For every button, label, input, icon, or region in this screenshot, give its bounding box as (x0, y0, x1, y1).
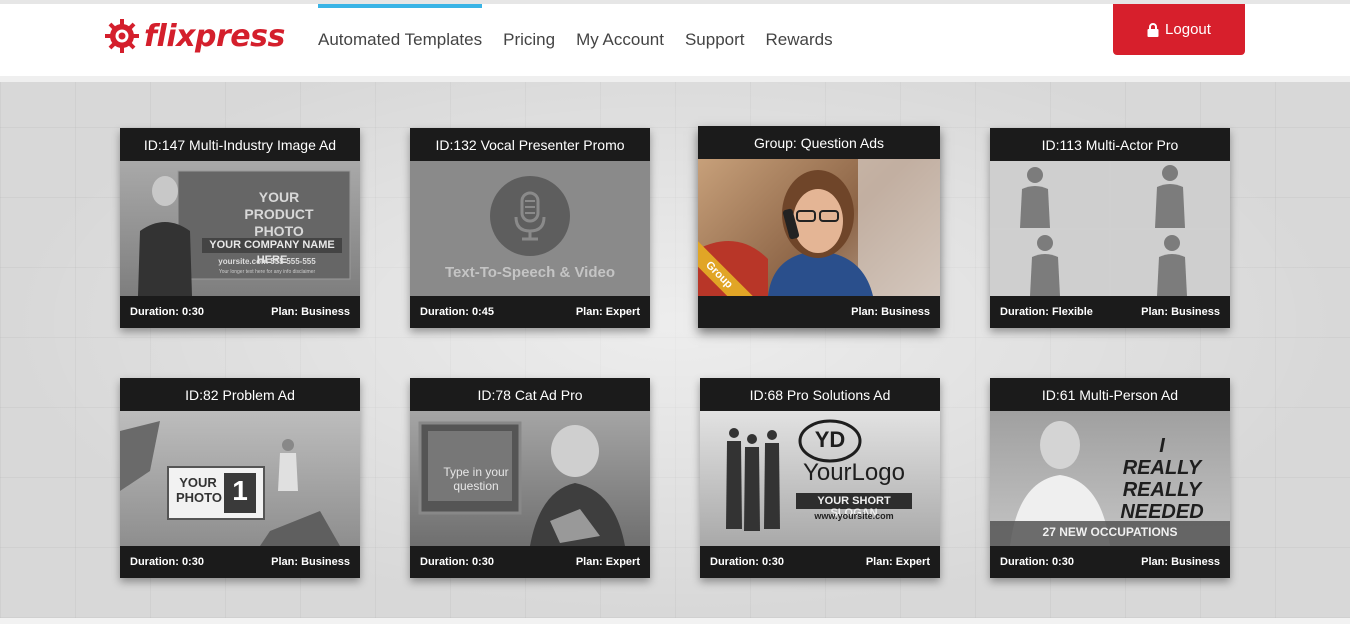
website-text: www.yoursite.com (814, 511, 894, 521)
card-duration: Duration: 0:30 (710, 556, 784, 568)
product-photo-text: YOUR PRODUCT PHOTO (244, 189, 314, 239)
card-duration: Duration: 0:45 (420, 306, 494, 318)
card-footer: Duration: 0:30 Plan: Expert (700, 546, 940, 578)
template-card-147[interactable]: ID:147 Multi-Industry Image Ad YOUR PROD… (120, 128, 360, 328)
template-card-82[interactable]: ID:82 Problem Ad YOUR PHOTO 1 Duration: … (120, 378, 360, 578)
template-card-61[interactable]: ID:61 Multi-Person Ad I REALLY REALLY NE… (990, 378, 1230, 578)
card-title: ID:68 Pro Solutions Ad (749, 386, 891, 403)
tts-caption: Text-To-Speech & Video (444, 264, 616, 281)
header: flixpress Automated Templates Pricing My… (0, 4, 1350, 76)
templates-area: ID:147 Multi-Industry Image Ad YOUR PROD… (0, 82, 1350, 618)
card-title: ID:132 Vocal Presenter Promo (435, 136, 625, 153)
card-thumbnail: YOUR PHOTO 1 (120, 411, 360, 546)
template-card-113[interactable]: ID:113 Multi-Actor Pro Duration: Flexibl… (990, 128, 1230, 328)
card-title: ID:61 Multi-Person Ad (1041, 386, 1179, 403)
card-title: ID:82 Problem Ad (185, 386, 295, 403)
card-thumbnail: YOUR PRODUCT PHOTO YOUR COMPANY NAME HER… (120, 161, 360, 296)
your-logo-text: YourLogo (803, 459, 905, 486)
card-plan: Plan: Business (851, 306, 930, 318)
card-duration: Duration: 0:30 (420, 556, 494, 568)
card-plan: Plan: Expert (575, 556, 640, 568)
main-nav: Automated Templates Pricing My Account S… (318, 4, 854, 76)
card-plan: Plan: Business (1141, 306, 1220, 318)
nav-my-account[interactable]: My Account (576, 4, 664, 76)
woman-on-phone-image (698, 159, 940, 296)
disclaimer-text: Your longer text here for any info discl… (218, 269, 316, 275)
card-duration: Duration: 0:30 (130, 306, 204, 318)
card-title: Group: Question Ads (754, 134, 884, 151)
card-footer: Duration: 0:30 Plan: Business (990, 546, 1230, 578)
card-footer: Duration: 0:45 Plan: Expert (410, 296, 650, 328)
card-title: ID:113 Multi-Actor Pro (1041, 136, 1179, 153)
card-duration: Duration: 0:30 (130, 556, 204, 568)
card-footer: Duration: 0:30 Plan: Business (120, 296, 360, 328)
headline-text: I REALLY REALLY NEEDED (1120, 435, 1204, 523)
card-footer: Duration: 0:30 Plan: Business (120, 546, 360, 578)
your-photo-text: YOUR PHOTO (176, 475, 222, 505)
card-thumbnail: I REALLY REALLY NEEDED 27 NEW OCCUPATION… (990, 411, 1230, 546)
microphone-icon (490, 176, 570, 256)
card-duration: Duration: Flexible (1000, 306, 1093, 318)
nav-support[interactable]: Support (685, 4, 745, 76)
template-card-132[interactable]: ID:132 Vocal Presenter Promo Text-To-Spe… (410, 128, 650, 328)
site-phone-text: yoursite.com 555-555-555 (218, 257, 316, 266)
brand-name: flixpress (144, 18, 285, 54)
card-thumbnail: YD YourLogo YOUR SHORT SLOGAN www.yoursi… (700, 411, 940, 546)
template-card-68[interactable]: ID:68 Pro Solutions Ad YD YourLogo YOUR … (700, 378, 940, 578)
nav-automated-templates[interactable]: Automated Templates (318, 4, 483, 76)
nav-rewards[interactable]: Rewards (766, 4, 833, 76)
card-footer: Plan: Business (698, 296, 940, 328)
footer-border (0, 618, 1350, 624)
template-card-question-ads-group[interactable]: Group: Question Ads Group Plan: Business (698, 126, 940, 328)
card-plan: Plan: Business (271, 306, 350, 318)
logo-mark-text: YD (814, 427, 846, 452)
card-plan: Plan: Business (271, 556, 350, 568)
card-title: ID:78 Cat Ad Pro (477, 386, 583, 403)
logout-label: Logout (1165, 21, 1211, 38)
card-plan: Plan: Expert (575, 306, 640, 318)
step-number-text: 1 (232, 475, 248, 506)
logout-button[interactable]: Logout (1113, 4, 1245, 55)
card-footer: Duration: Flexible Plan: Business (990, 296, 1230, 328)
card-thumbnail (990, 161, 1230, 296)
brand-logo[interactable]: flixpress (104, 15, 285, 57)
card-duration: Duration: 0:30 (1000, 556, 1074, 568)
lock-icon (1147, 22, 1159, 37)
actors-grid-image (990, 161, 1230, 296)
reel-gear-icon (105, 19, 139, 53)
card-thumbnail: Type in your question (410, 411, 650, 546)
card-footer: Duration: 0:30 Plan: Expert (410, 546, 650, 578)
occupations-banner-text: 27 NEW OCCUPATIONS (1042, 525, 1178, 539)
card-plan: Plan: Business (1141, 556, 1220, 568)
nav-pricing[interactable]: Pricing (503, 4, 555, 76)
company-name-text: YOUR COMPANY NAME HERE (202, 238, 342, 266)
card-thumbnail: Text-To-Speech & Video (410, 161, 650, 296)
template-card-78[interactable]: ID:78 Cat Ad Pro Type in your question D… (410, 378, 650, 578)
card-title: ID:147 Multi-Industry Image Ad (143, 136, 337, 153)
card-thumbnail: Group (698, 159, 940, 296)
question-text: Type in your question (443, 465, 509, 493)
card-plan: Plan: Expert (865, 556, 930, 568)
